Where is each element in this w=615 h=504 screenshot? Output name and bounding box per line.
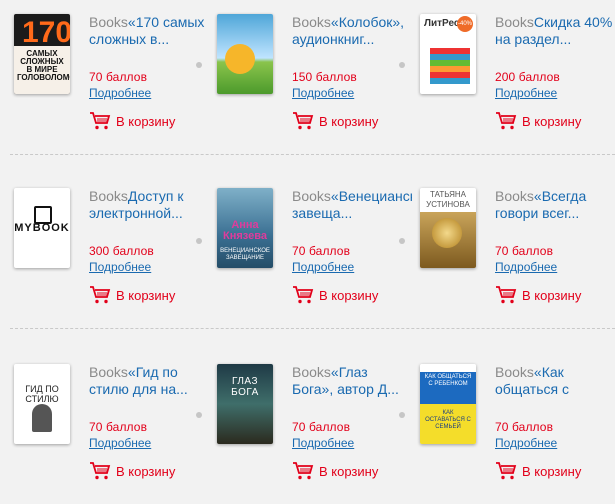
add-to-cart-button[interactable]: В корзину bbox=[292, 460, 378, 482]
cart-icon bbox=[496, 112, 517, 130]
cart-label: В корзину bbox=[319, 463, 379, 479]
cover-author: Анна Князева bbox=[223, 219, 267, 242]
product-card: Анна Князева ВЕНЕЦИАНСКОЕ ЗАВЕЩАНИЕ Book… bbox=[217, 188, 417, 328]
book-cover-image[interactable]: MYBOOK bbox=[14, 188, 70, 268]
cover-title: ГЛАЗ БОГА bbox=[231, 376, 259, 398]
cart-icon bbox=[90, 286, 111, 304]
cart-icon bbox=[90, 112, 111, 130]
price-points: 70 баллов bbox=[495, 420, 554, 434]
category-label: Books bbox=[495, 364, 534, 380]
product-card: Books«Колобок», аудионкниг... 150 баллов… bbox=[217, 14, 417, 154]
book-cover-image[interactable]: Анна Князева ВЕНЕЦИАНСКОЕ ЗАВЕЩАНИЕ bbox=[217, 188, 273, 268]
cover-subtitle: ВЕНЕЦИАНСКОЕ ЗАВЕЩАНИЕ bbox=[220, 248, 270, 261]
kolobok-illustration bbox=[225, 44, 255, 74]
product-card: ГИД ПО СТИЛЮ Books«Гид по стилю для на..… bbox=[14, 364, 214, 504]
book-cover-image[interactable] bbox=[217, 14, 273, 94]
cart-icon bbox=[90, 462, 111, 480]
category-label: Books bbox=[495, 14, 534, 30]
discount-badge: -40% bbox=[457, 16, 473, 32]
rewards-grid: 170 САМЫХ СЛОЖНЫХ В МИРЕ ГОЛОВОЛОМОК Boo… bbox=[0, 0, 615, 504]
more-link[interactable]: Подробнее bbox=[292, 86, 354, 100]
cart-icon bbox=[496, 286, 517, 304]
product-title-link[interactable]: Books«Глаз Бога», автор Д... bbox=[292, 364, 412, 398]
book-cover-image[interactable]: 170 САМЫХ СЛОЖНЫХ В МИРЕ ГОЛОВОЛОМОК bbox=[14, 14, 70, 94]
category-label: Books bbox=[89, 364, 128, 380]
product-card: 170 САМЫХ СЛОЖНЫХ В МИРЕ ГОЛОВОЛОМОК Boo… bbox=[14, 14, 214, 154]
book-cover-image[interactable]: КАК ОБЩАТЬСЯ С РЕБЕНКОМ КАК ОСТАВАТЬСЯ С… bbox=[420, 364, 476, 444]
more-link[interactable]: Подробнее bbox=[89, 436, 151, 450]
product-title-link[interactable]: BooksДоступ к электронной... bbox=[89, 188, 209, 222]
rose-illustration bbox=[432, 218, 462, 248]
add-to-cart-button[interactable]: В корзину bbox=[89, 110, 175, 132]
price-points: 70 баллов bbox=[89, 70, 148, 84]
cart-label: В корзину bbox=[116, 287, 176, 303]
product-title-link[interactable]: Books«Как общаться с ребе... bbox=[495, 364, 615, 398]
product-card: MYBOOK BooksДоступ к электронной... 300 … bbox=[14, 188, 214, 328]
cart-icon bbox=[293, 286, 314, 304]
add-to-cart-button[interactable]: В корзину bbox=[292, 284, 378, 306]
cover-subtitle: КАК ОСТАВАТЬСЯ С СЕМЬЕЙ bbox=[425, 410, 471, 430]
add-to-cart-button[interactable]: В корзину bbox=[89, 284, 175, 306]
price-points: 150 баллов bbox=[292, 70, 357, 84]
product-title-link[interactable]: Books«Колобок», аудионкниг... bbox=[292, 14, 412, 48]
price-points: 70 баллов bbox=[292, 420, 351, 434]
category-label: Books bbox=[495, 188, 534, 204]
product-title-link[interactable]: Books«Гид по стилю для на... bbox=[89, 364, 209, 398]
cart-label: В корзину bbox=[116, 463, 176, 479]
mybook-logo-text: MYBOOK bbox=[14, 222, 70, 234]
product-card: КАК ОБЩАТЬСЯ С РЕБЕНКОМ КАК ОСТАВАТЬСЯ С… bbox=[420, 364, 615, 504]
product-title-link[interactable]: Books«170 самых сложных в... bbox=[89, 14, 209, 48]
add-to-cart-button[interactable]: В корзину bbox=[89, 460, 175, 482]
cover-subtitle: САМЫХ СЛОЖНЫХ В МИРЕ ГОЛОВОЛОМОК bbox=[17, 49, 70, 82]
more-link[interactable]: Подробнее bbox=[292, 436, 354, 450]
add-to-cart-button[interactable]: В корзину bbox=[292, 110, 378, 132]
more-link[interactable]: Подробнее bbox=[495, 436, 557, 450]
cover-title: ГИД ПО СТИЛЮ bbox=[25, 384, 59, 404]
product-title-link[interactable]: BooksСкидка 40% на раздел... bbox=[495, 14, 615, 48]
product-card: ГЛАЗ БОГА Books«Глаз Бога», автор Д... 7… bbox=[217, 364, 417, 504]
cover-title: КАК ОБЩАТЬСЯ С РЕБЕНКОМ bbox=[424, 374, 472, 387]
product-title-link[interactable]: Books«Всегда говори всег... bbox=[495, 188, 615, 222]
category-label: Books bbox=[89, 188, 128, 204]
cart-icon bbox=[293, 462, 314, 480]
category-label: Books bbox=[89, 14, 128, 30]
price-points: 200 баллов bbox=[495, 70, 560, 84]
category-label: Books bbox=[292, 188, 331, 204]
cart-label: В корзину bbox=[319, 287, 379, 303]
add-to-cart-button[interactable]: В корзину bbox=[495, 110, 581, 132]
price-points: 70 баллов bbox=[292, 244, 351, 258]
more-link[interactable]: Подробнее bbox=[292, 260, 354, 274]
book-cover-image[interactable]: ЛитРес: -40% bbox=[420, 14, 476, 94]
more-link[interactable]: Подробнее bbox=[89, 86, 151, 100]
row-divider bbox=[10, 328, 615, 329]
add-to-cart-button[interactable]: В корзину bbox=[495, 460, 581, 482]
category-label: Books bbox=[292, 14, 331, 30]
cart-label: В корзину bbox=[522, 463, 582, 479]
more-link[interactable]: Подробнее bbox=[495, 260, 557, 274]
add-to-cart-button[interactable]: В корзину bbox=[495, 284, 581, 306]
more-link[interactable]: Подробнее bbox=[495, 86, 557, 100]
cart-label: В корзину bbox=[319, 113, 379, 129]
books-stack-illustration bbox=[430, 48, 470, 84]
category-label: Books bbox=[292, 364, 331, 380]
cart-icon bbox=[496, 462, 517, 480]
cart-label: В корзину bbox=[522, 287, 582, 303]
product-card: ЛитРес: -40% BooksСкидка 40% на раздел..… bbox=[420, 14, 615, 154]
cart-label: В корзину bbox=[522, 113, 582, 129]
price-points: 70 баллов bbox=[495, 244, 554, 258]
cover-author: ТАТЬЯНА УСТИНОВА bbox=[426, 190, 470, 209]
figure-illustration bbox=[32, 404, 52, 432]
product-card: ТАТЬЯНА УСТИНОВА Books«Всегда говори все… bbox=[420, 188, 615, 328]
row-divider bbox=[10, 154, 615, 155]
price-points: 300 баллов bbox=[89, 244, 154, 258]
cover-number: 170 bbox=[22, 16, 70, 49]
book-cover-image[interactable]: ГЛАЗ БОГА bbox=[217, 364, 273, 444]
more-link[interactable]: Подробнее bbox=[89, 260, 151, 274]
book-cover-image[interactable]: ТАТЬЯНА УСТИНОВА bbox=[420, 188, 476, 268]
price-points: 70 баллов bbox=[89, 420, 148, 434]
book-cover-image[interactable]: ГИД ПО СТИЛЮ bbox=[14, 364, 70, 444]
cart-label: В корзину bbox=[116, 113, 176, 129]
cart-icon bbox=[293, 112, 314, 130]
product-title-link[interactable]: Books«Венецианское завеща... bbox=[292, 188, 412, 222]
